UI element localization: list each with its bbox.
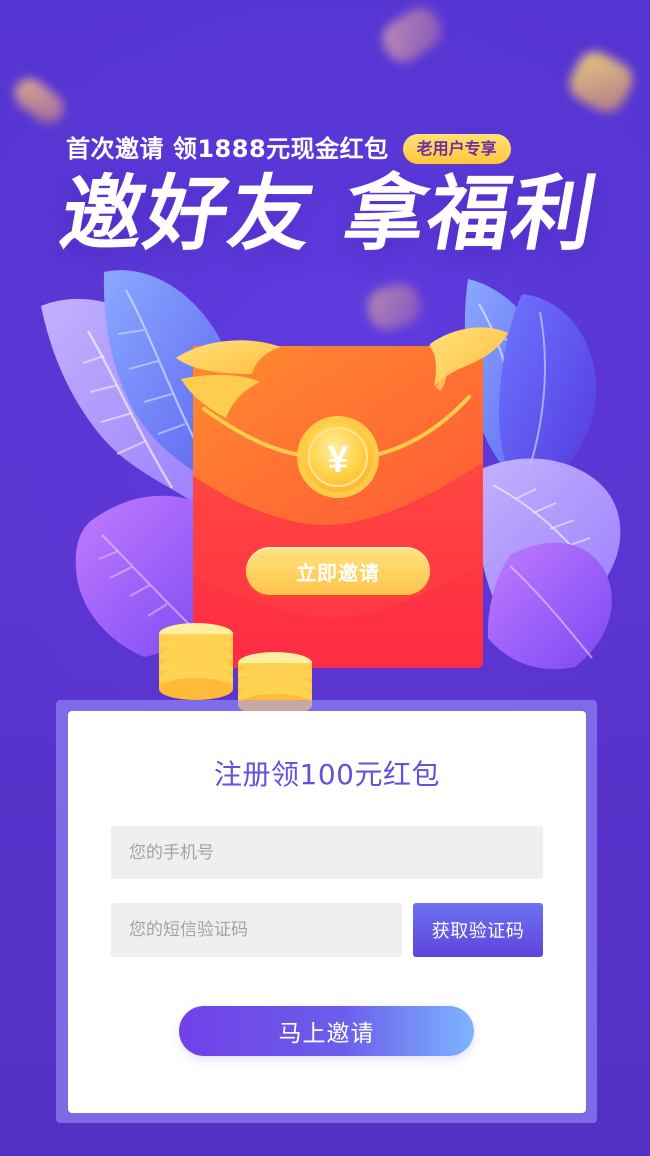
yuan-symbol: ¥ [327,439,348,481]
hero-title: 邀好友 拿福利 [53,167,606,262]
bokeh-light [563,45,639,119]
bokeh-light [375,1,449,69]
left-leaf [75,495,230,657]
invite-submit-button[interactable]: 马上邀请 [179,1006,474,1056]
invite-now-button[interactable]: 立即邀请 [246,547,430,595]
get-code-button[interactable]: 获取验证码 [413,903,543,957]
bokeh-light [363,279,425,335]
left-leaf [41,298,205,502]
hero-subtitle-row: 首次邀请 领1888元现金红包 老用户专享 [66,134,511,164]
right-leaf [498,294,597,503]
coin-stack-left [159,623,233,700]
right-leaf [474,458,621,607]
invite-page: 首次邀请 领1888元现金红包 老用户专享 邀好友 拿福利 ¥ 立即邀请 注册领… [0,0,650,1156]
form-title: 注册领100元红包 [214,758,440,791]
bokeh-light [8,72,70,130]
yuan-coin-icon [297,416,379,498]
old-user-badge: 老用户专享 [402,134,511,164]
signup-form-panel: 注册领100元红包 获取验证码 马上邀请 [68,711,586,1113]
phone-input[interactable] [111,826,543,879]
left-leaf [103,270,234,488]
sms-code-input[interactable] [111,903,402,957]
hero-subtitle: 首次邀请 领1888元现金红包 [66,135,389,163]
right-leaf [487,542,612,670]
right-leaf [464,279,553,486]
red-envelope [176,327,508,668]
